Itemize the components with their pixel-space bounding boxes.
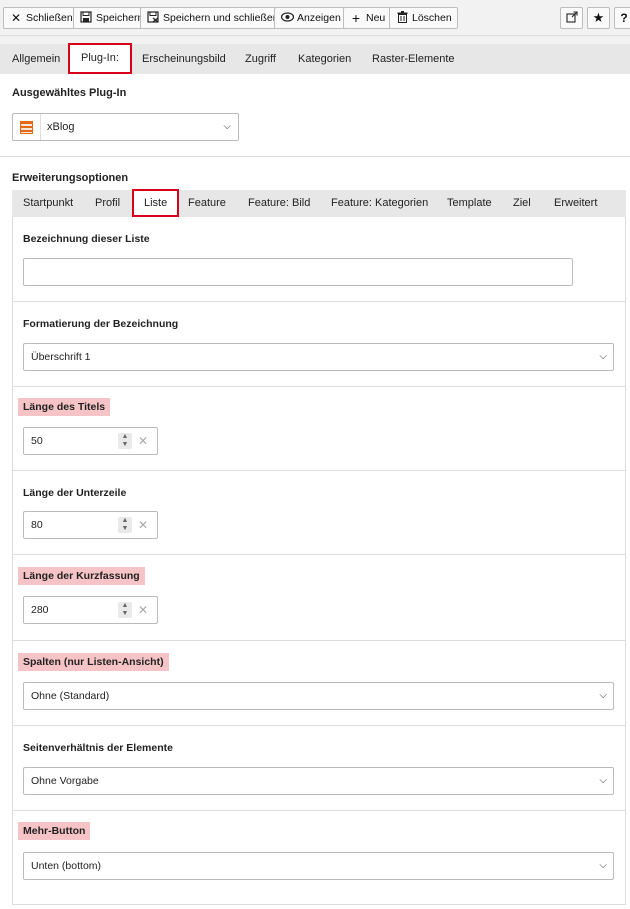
tab-template[interactable]: Template (447, 190, 492, 217)
row-divider (12, 386, 626, 387)
row-divider (12, 725, 626, 726)
aspect-ratio-label: Seitenverhältnis der Elemente (23, 742, 173, 754)
tab-startpunkt[interactable]: Startpunkt (23, 190, 73, 217)
stepper-icon[interactable]: ▲ ▼ (118, 433, 132, 449)
stepper-icon[interactable]: ▲ ▼ (118, 602, 132, 618)
columns-label: Spalten (nur Listen-Ansicht) (18, 653, 169, 671)
close-icon: ✕ (10, 11, 22, 25)
tab-feature-kategorien[interactable]: Feature: Kategorien (331, 190, 428, 217)
star-icon: ★ (592, 10, 605, 25)
format-label: Formatierung der Bezeichnung (23, 318, 179, 330)
save-button-label: Speichern (96, 12, 144, 24)
tab-plugin[interactable]: Plug-In: (68, 43, 132, 74)
chevron-down-icon: ⌵ (223, 121, 231, 132)
title-length-value: 50 (31, 435, 43, 447)
tab-general[interactable]: Allgemein (12, 44, 60, 74)
row-divider (12, 904, 626, 905)
title-length-input[interactable]: 50 ▲ ▼ ✕ (23, 427, 158, 455)
subline-length-value: 80 (31, 519, 43, 531)
close-button-label: Schließen (26, 12, 73, 24)
tab-profil[interactable]: Profil (95, 190, 120, 217)
plus-icon: + (351, 10, 361, 26)
tab-feature[interactable]: Feature (188, 190, 226, 217)
stepper-icon[interactable]: ▲ ▼ (118, 517, 132, 533)
row-divider (12, 554, 626, 555)
aspect-ratio-select-value: Ohne Vorgabe (31, 775, 99, 787)
summary-length-value: 280 (31, 604, 49, 616)
clear-icon[interactable]: ✕ (138, 512, 148, 538)
list-name-label: Bezeichnung dieser Liste (23, 233, 150, 245)
tab-feature-bild[interactable]: Feature: Bild (248, 190, 310, 217)
save-close-icon (146, 11, 160, 25)
row-divider (12, 470, 626, 471)
tab-ziel[interactable]: Ziel (513, 190, 531, 217)
delete-button-label: Löschen (412, 12, 452, 24)
view-button[interactable]: Anzeigen (274, 7, 347, 29)
external-link-button[interactable] (560, 7, 583, 29)
chevron-down-icon: ⌵ (599, 775, 607, 786)
tab-liste[interactable]: Liste (132, 189, 180, 217)
summary-length-label: Länge der Kurzfassung (18, 567, 145, 585)
help-icon: ? (620, 11, 628, 25)
plugin-select[interactable]: xBlog ⌵ (12, 113, 239, 141)
format-select[interactable]: Überschrift 1 ⌵ (23, 343, 614, 371)
new-button[interactable]: + Neu (343, 7, 392, 29)
tab-access[interactable]: Zugriff (245, 44, 276, 74)
subline-length-input[interactable]: 80 ▲ ▼ ✕ (23, 511, 158, 539)
more-button-select-value: Unten (bottom) (31, 860, 102, 872)
plugin-select-value: xBlog (47, 121, 75, 133)
save-close-button-label: Speichern und schließen (163, 12, 279, 24)
summary-length-input[interactable]: 280 ▲ ▼ ✕ (23, 596, 158, 624)
close-button[interactable]: ✕ Schließen (3, 7, 79, 29)
view-button-label: Anzeigen (297, 12, 341, 24)
more-button-select[interactable]: Unten (bottom) ⌵ (23, 852, 614, 880)
columns-select-value: Ohne (Standard) (31, 690, 110, 702)
tab-appearance[interactable]: Erscheinungsbild (142, 44, 226, 74)
subline-length-label: Länge der Unterzeile (23, 487, 127, 499)
help-button[interactable]: ? (614, 7, 630, 29)
chevron-down-icon: ⌵ (599, 351, 607, 362)
new-button-label: Neu (366, 12, 386, 24)
title-length-label: Länge des Titels (18, 398, 111, 416)
row-divider (12, 640, 626, 641)
tab-grid-elements[interactable]: Raster-Elemente (372, 44, 455, 74)
save-button[interactable]: Speichern (73, 7, 150, 29)
save-close-button[interactable]: Speichern und schließen (140, 7, 285, 29)
section-divider (0, 156, 630, 157)
eye-icon (280, 12, 294, 24)
chevron-down-icon: ⌵ (599, 860, 607, 871)
format-select-value: Überschrift 1 (31, 351, 91, 363)
aspect-ratio-select[interactable]: Ohne Vorgabe ⌵ (23, 767, 614, 795)
extension-tab-bar: Startpunkt Profil Liste Feature Feature:… (12, 189, 626, 217)
favorite-button[interactable]: ★ (587, 7, 610, 29)
plugin-section-title: Ausgewähltes Plug-In (12, 87, 127, 99)
clear-icon[interactable]: ✕ (138, 597, 148, 623)
chevron-down-icon: ⌵ (599, 690, 607, 701)
save-icon (79, 11, 93, 25)
more-button-label: Mehr-Button (18, 822, 91, 840)
delete-button[interactable]: Löschen (389, 7, 458, 29)
toolbar: ✕ Schließen Speichern Speichern und schl… (0, 0, 630, 36)
list-name-input[interactable] (23, 258, 573, 286)
clear-icon[interactable]: ✕ (138, 428, 148, 454)
plugin-list-icon (13, 114, 41, 140)
main-tab-bar: Allgemein Plug-In: Erscheinungsbild Zugr… (0, 43, 630, 74)
tab-erweitert[interactable]: Erweitert (554, 190, 597, 217)
trash-icon (395, 11, 409, 25)
external-link-icon (565, 11, 579, 25)
extensions-section-title: Erweiterungsoptionen (12, 172, 129, 184)
row-divider (12, 301, 626, 302)
columns-select[interactable]: Ohne (Standard) ⌵ (23, 682, 614, 710)
row-divider (12, 810, 626, 811)
tab-categories[interactable]: Kategorien (298, 44, 351, 74)
